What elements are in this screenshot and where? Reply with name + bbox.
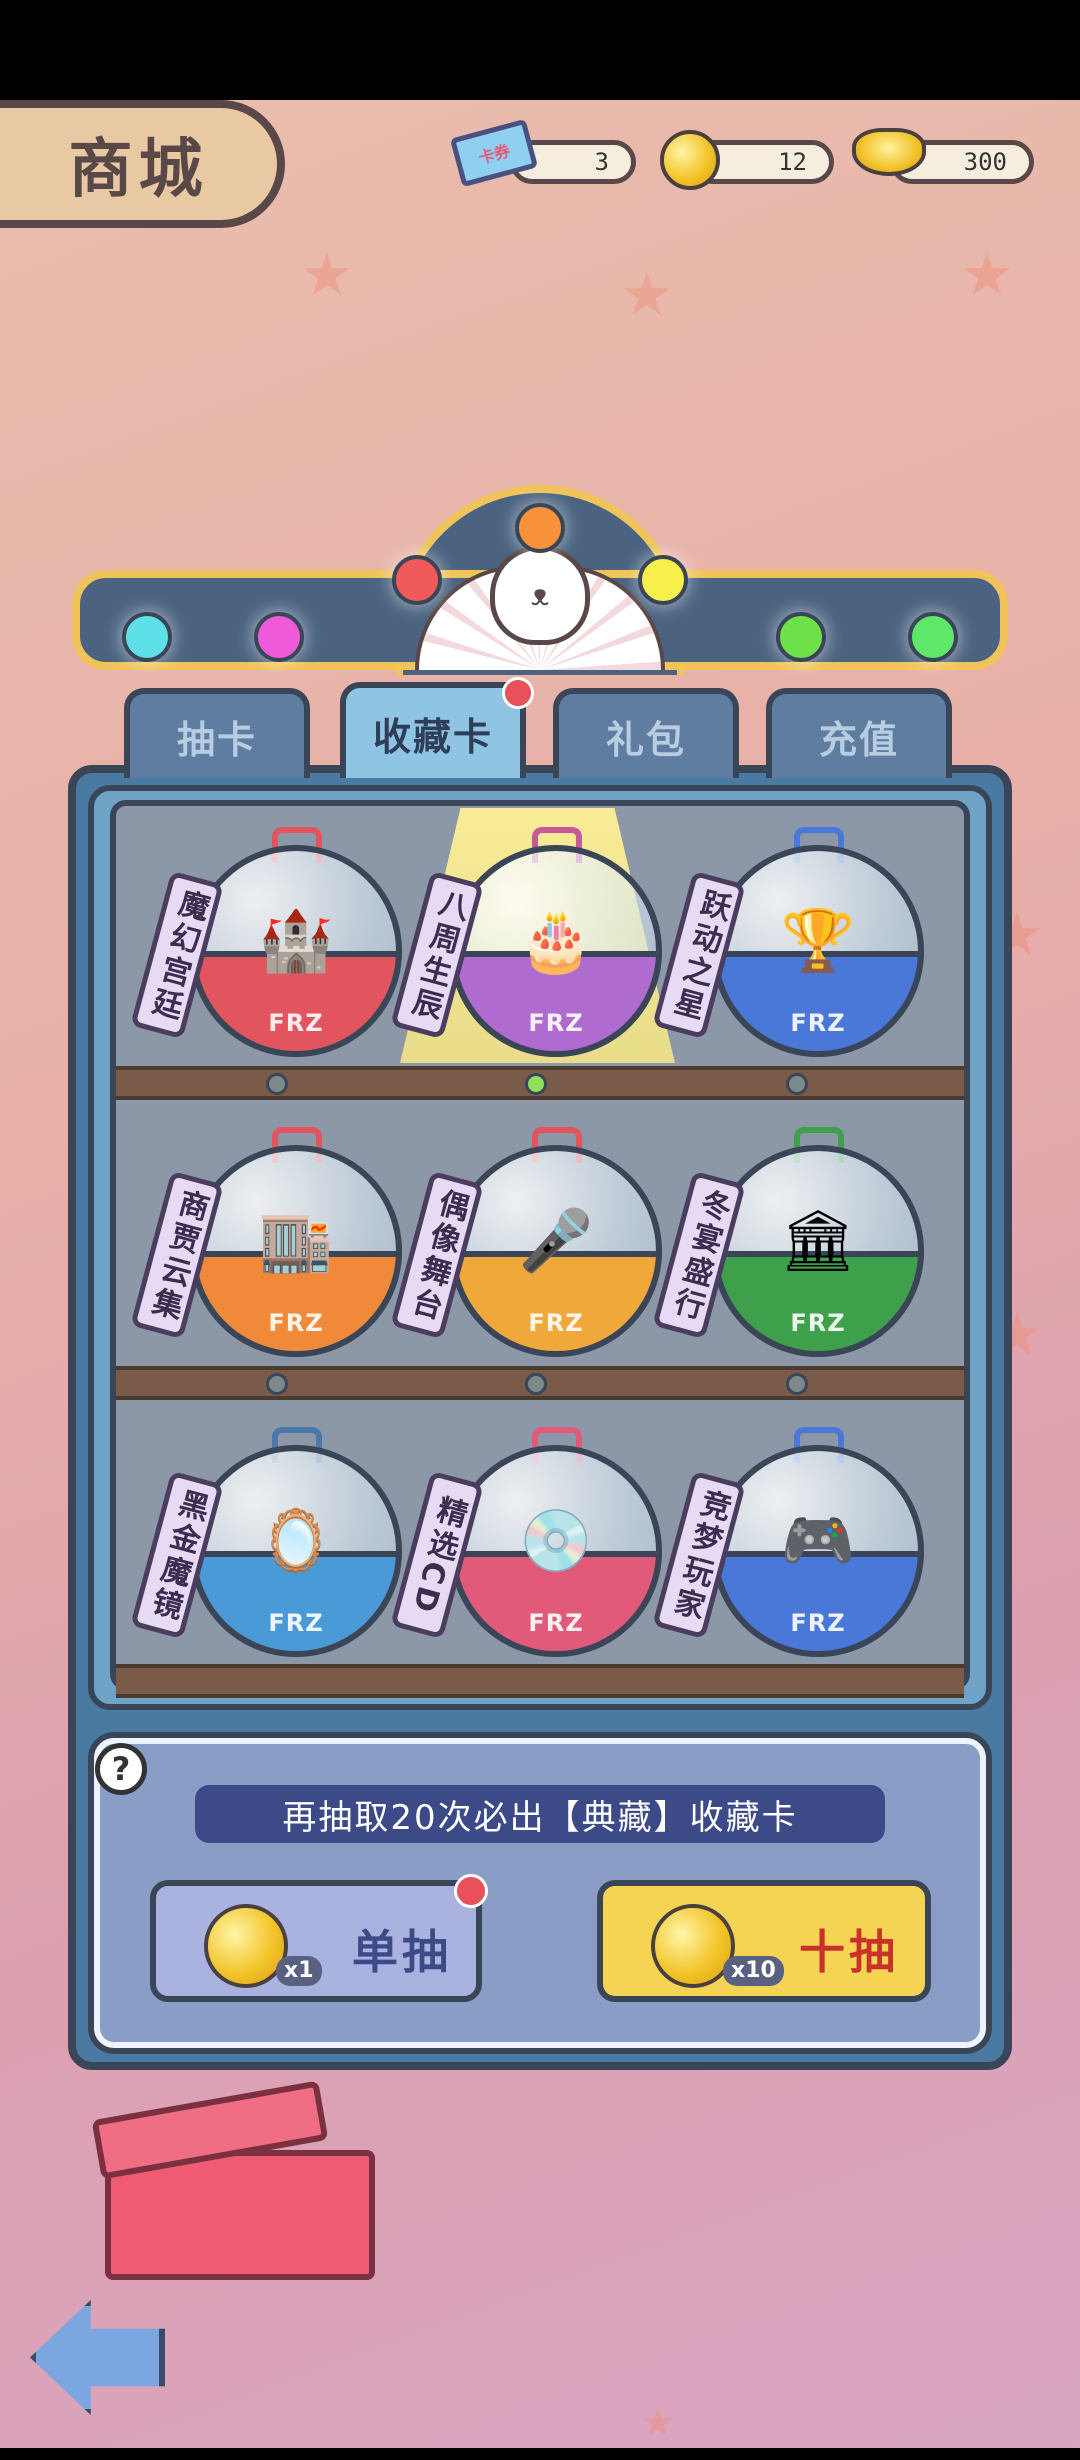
cost-multiplier: x1 xyxy=(276,1956,322,1986)
notification-dot xyxy=(454,1874,488,1908)
ten-draw-button[interactable]: x10 十抽 xyxy=(597,1880,931,2002)
star-decoration-icon: ★ xyxy=(960,240,1014,310)
capsule-card-5[interactable]: FRZ 🎤 偶像舞台 xyxy=(390,1127,662,1357)
capsule-card-6[interactable]: FRZ 🏛 冬宴盛行 xyxy=(652,1127,924,1357)
ten-draw-label: 十抽 xyxy=(799,1925,899,1979)
capsule-card-2[interactable]: FRZ 🎂 八周生辰 xyxy=(390,827,662,1057)
capsule-indicator-light xyxy=(525,1373,547,1395)
light-bulb-icon xyxy=(515,503,565,553)
magic-mirror-icon: 🪞 xyxy=(258,1505,334,1576)
capsule-brand: FRZ xyxy=(268,1309,324,1337)
birthday-cake-icon: 🎂 xyxy=(518,905,594,976)
gold-ingot-icon xyxy=(852,128,926,176)
banquet-hall-icon: 🏛 xyxy=(779,1205,857,1276)
pity-guarantee-banner: 再抽取20次必出【典藏】收藏卡 xyxy=(195,1785,885,1843)
page-title: 商城 xyxy=(68,133,209,207)
light-bulb-icon xyxy=(254,612,304,662)
light-bulb-icon xyxy=(638,555,688,605)
shopping-street-icon: 🏬 xyxy=(258,1205,334,1276)
tab-label: 收藏卡 xyxy=(372,714,493,759)
tab-gift-pack[interactable]: 礼包 xyxy=(553,688,739,778)
capsule-card-8[interactable]: FRZ 💿 精选CD xyxy=(390,1427,662,1657)
capsule-brand: FRZ xyxy=(790,1309,846,1337)
star-decoration-icon: ★ xyxy=(300,240,354,310)
star-decoration-icon: ★ xyxy=(640,2400,676,2446)
back-arrow-button[interactable] xyxy=(30,2300,165,2415)
capsule-indicator-light xyxy=(266,1073,288,1095)
single-draw-label: 单抽 xyxy=(352,1925,452,1979)
capsule-indicator-light xyxy=(525,1073,547,1095)
tab-draw-card[interactable]: 抽卡 xyxy=(124,688,310,778)
tab-collection-card[interactable]: 收藏卡 xyxy=(340,682,526,778)
light-bulb-icon xyxy=(392,555,442,605)
capsule-brand: FRZ xyxy=(268,1609,324,1637)
cost-multiplier: x10 xyxy=(723,1956,784,1986)
game-controller-icon: 🎮 xyxy=(780,1505,856,1576)
castle-icon: 🏰 xyxy=(258,905,334,976)
help-icon[interactable]: ? xyxy=(95,1743,147,1795)
navigation-bar xyxy=(0,2448,1080,2460)
light-bulb-icon xyxy=(908,612,958,662)
gold-coin-icon xyxy=(660,130,720,190)
gift-box-icon xyxy=(55,2080,375,2280)
mascot-cat-icon: ᴥ xyxy=(490,545,590,645)
capsule-brand: FRZ xyxy=(790,1609,846,1637)
ingot-count: 300 xyxy=(963,148,1007,176)
trophy-icon: 🏆 xyxy=(780,905,856,976)
capsule-brand: FRZ xyxy=(268,1009,324,1037)
notification-dot xyxy=(502,677,534,709)
capsule-brand: FRZ xyxy=(528,1609,584,1637)
capsule-brand: FRZ xyxy=(528,1009,584,1037)
star-decoration-icon: ★ xyxy=(620,260,674,330)
tab-recharge[interactable]: 充值 xyxy=(766,688,952,778)
tab-label: 充值 xyxy=(818,717,899,762)
page-title-banner: 商城 xyxy=(0,100,285,228)
light-bulb-icon xyxy=(122,612,172,662)
stage-speaker-icon: 🎤 xyxy=(518,1205,594,1276)
pity-guarantee-text: 再抽取20次必出【典藏】收藏卡 xyxy=(282,1797,798,1838)
capsule-card-4[interactable]: FRZ 🏬 商贾云集 xyxy=(130,1127,402,1357)
capsule-card-3[interactable]: FRZ 🏆 跃动之星 xyxy=(652,827,924,1057)
ticket-count: 3 xyxy=(594,148,609,176)
single-draw-button[interactable]: x1 单抽 xyxy=(150,1880,482,2002)
capsule-card-9[interactable]: FRZ 🎮 竞梦玩家 xyxy=(652,1427,924,1657)
shelf-plank xyxy=(116,1664,964,1698)
capsule-brand: FRZ xyxy=(528,1309,584,1337)
capsule-indicator-light xyxy=(786,1073,808,1095)
coin-count: 12 xyxy=(778,148,807,176)
cd-album-icon: 💿 xyxy=(518,1505,594,1576)
status-bar xyxy=(0,0,1080,100)
gold-coin-icon xyxy=(204,1904,288,1988)
capsule-card-7[interactable]: FRZ 🪞 黑金魔镜 xyxy=(130,1427,402,1657)
capsule-card-1[interactable]: FRZ 🏰 魔幻宫廷 xyxy=(130,827,402,1057)
ticket-badge-label: 卡券 xyxy=(476,141,513,168)
capsule-indicator-light xyxy=(786,1373,808,1395)
capsule-indicator-light xyxy=(266,1373,288,1395)
tab-label: 礼包 xyxy=(605,717,686,762)
capsule-brand: FRZ xyxy=(790,1009,846,1037)
light-bulb-icon xyxy=(776,612,826,662)
tab-label: 抽卡 xyxy=(176,717,257,762)
gold-coin-icon xyxy=(651,1904,735,1988)
